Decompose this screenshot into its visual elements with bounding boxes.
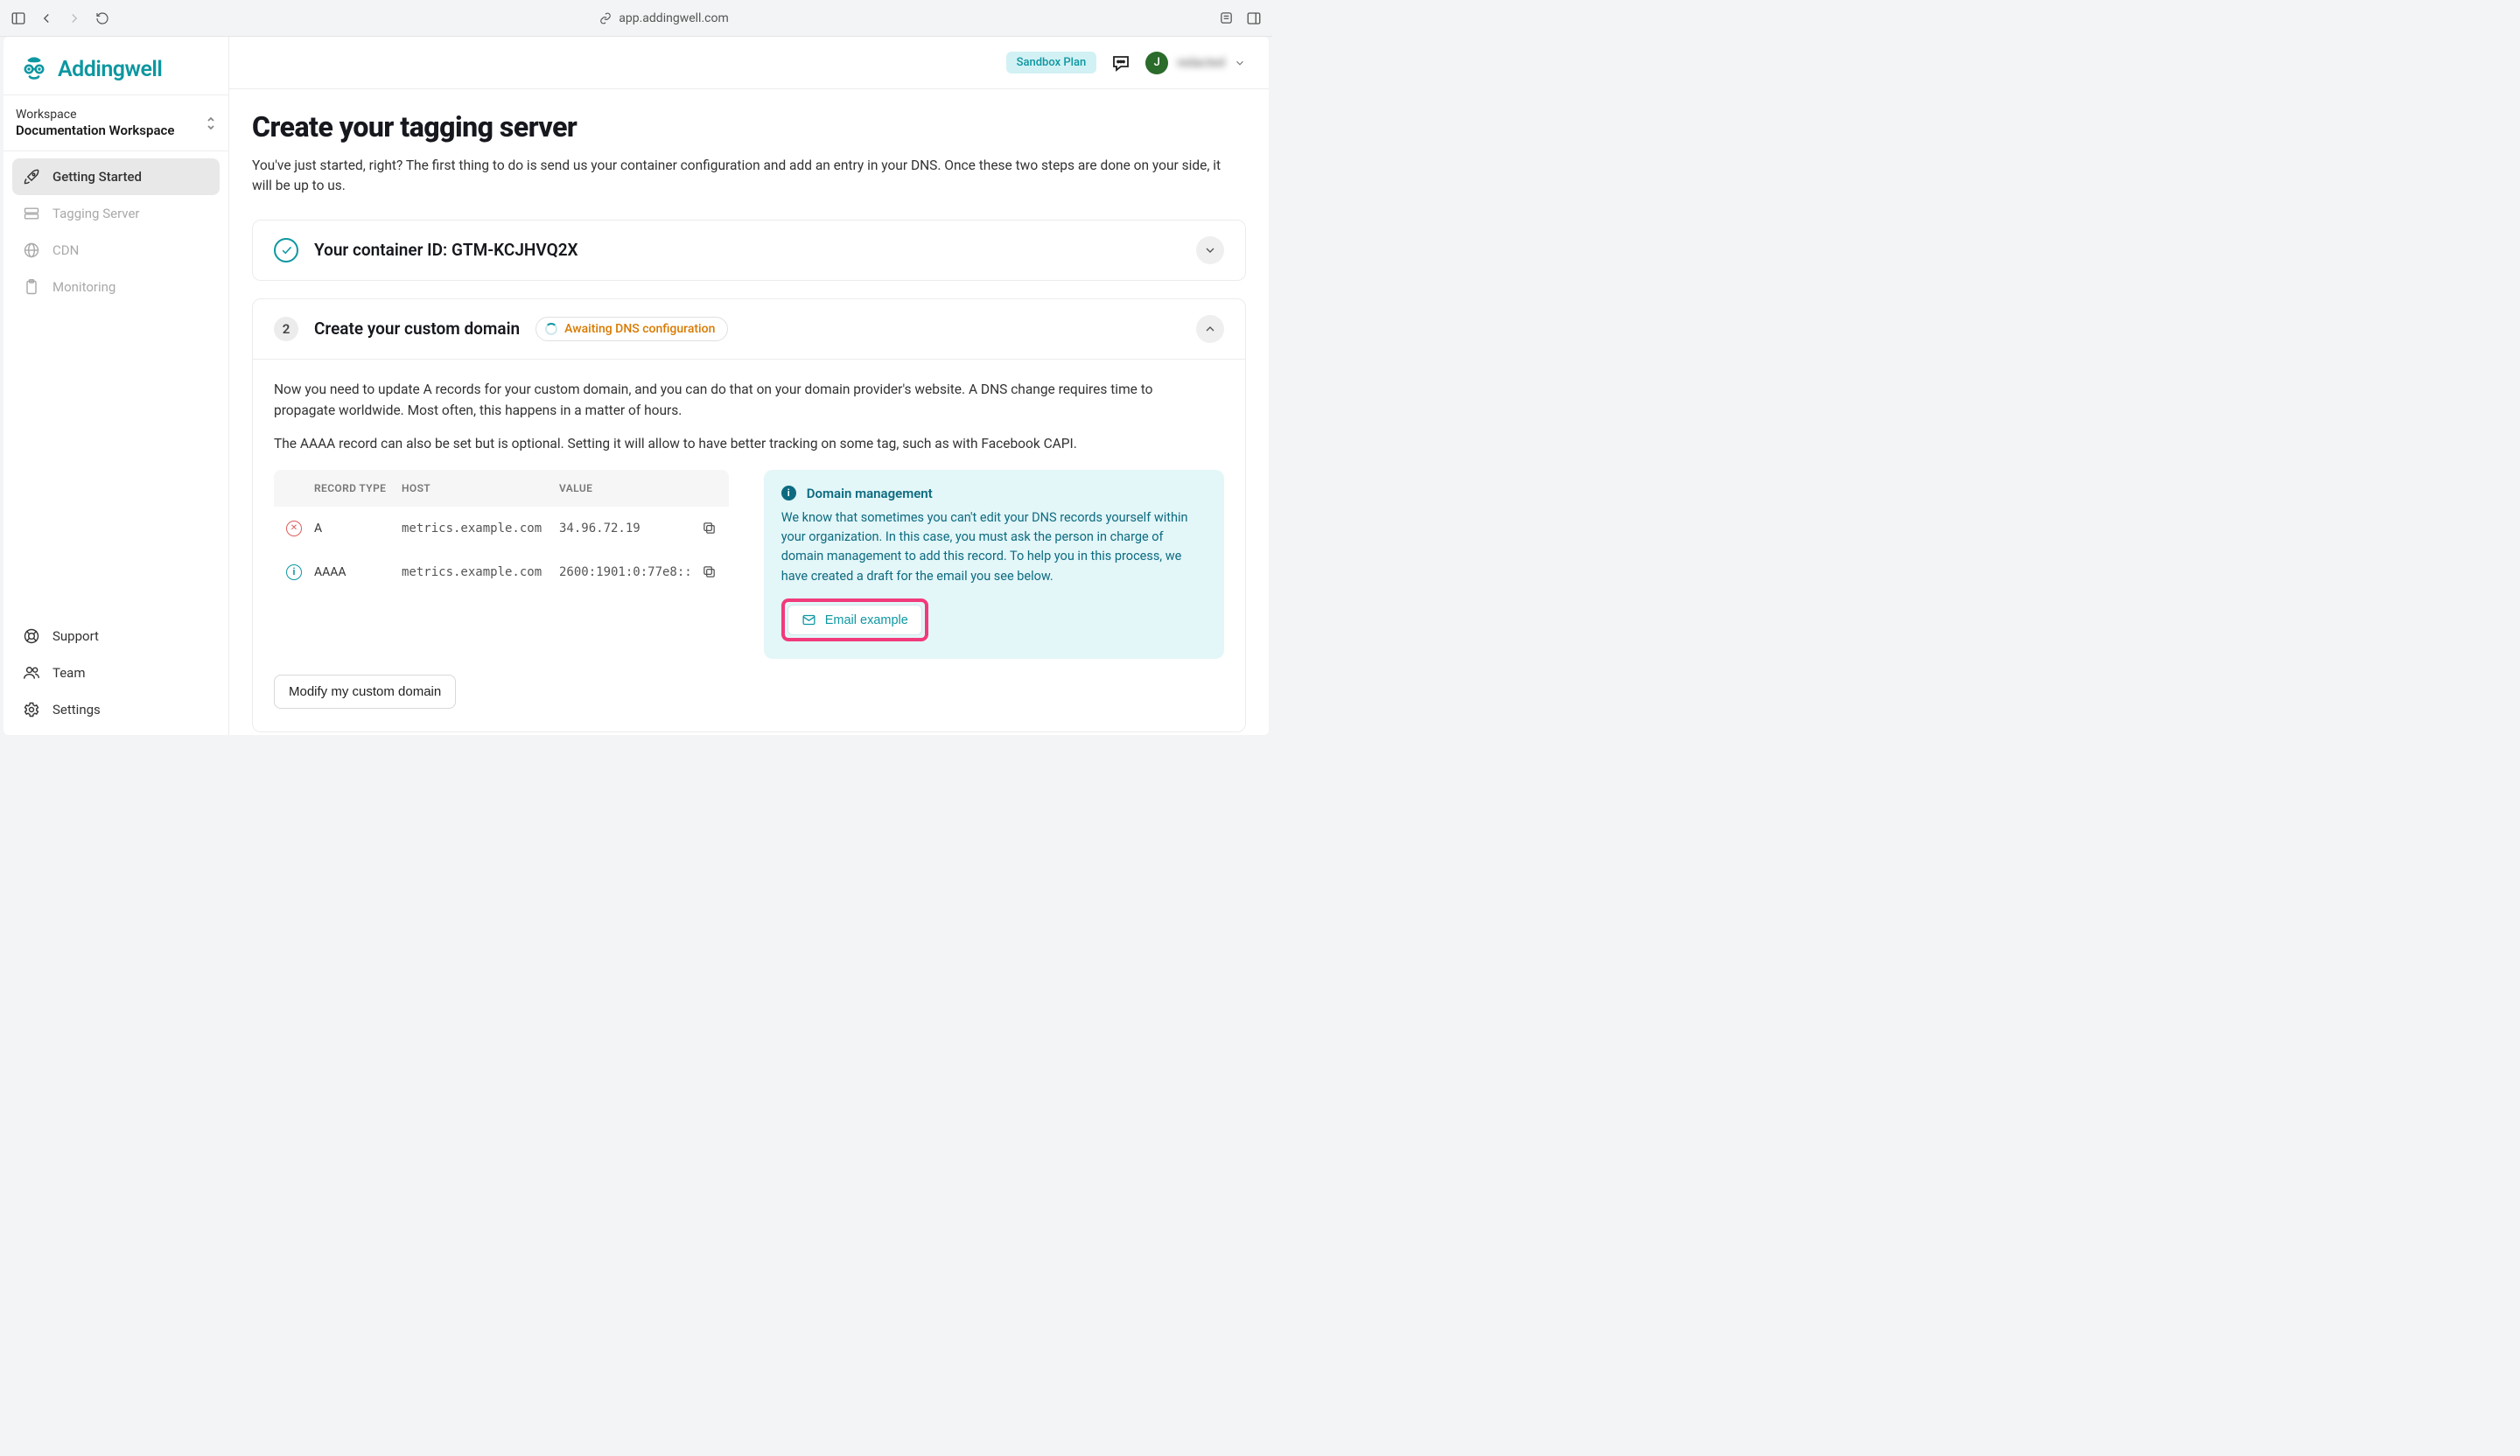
sidebar-bottom-nav: Support Team Settings bbox=[4, 618, 228, 728]
chevron-down-icon bbox=[1234, 57, 1246, 69]
table-header-value: VALUE bbox=[559, 482, 717, 494]
info-title: Domain management bbox=[807, 486, 933, 501]
users-icon bbox=[23, 664, 40, 682]
info-body: We know that sometimes you can't edit yo… bbox=[781, 508, 1207, 587]
sidebar-item-label: Getting Started bbox=[52, 169, 142, 185]
browser-toolbar: app.addingwell.com bbox=[0, 0, 1272, 37]
sidebar-item-label: CDN bbox=[52, 242, 79, 258]
cell-type: AAAA bbox=[314, 565, 402, 579]
cell-value: 34.96.72.19 bbox=[559, 522, 692, 536]
panel-right-icon[interactable] bbox=[1246, 10, 1262, 26]
table-row: ✕ A metrics.example.com 34.96.72.19 bbox=[274, 507, 729, 550]
reload-icon[interactable] bbox=[94, 10, 110, 26]
sidebar-item-settings[interactable]: Settings bbox=[12, 691, 220, 728]
logo[interactable]: Addingwell bbox=[4, 37, 228, 94]
sidebar-item-tagging-server[interactable]: Tagging Server bbox=[12, 195, 220, 232]
cell-host: metrics.example.com bbox=[402, 522, 559, 536]
chevron-updown-icon bbox=[206, 116, 216, 131]
sidebar-item-label: Monitoring bbox=[52, 279, 116, 295]
rocket-icon bbox=[23, 168, 40, 186]
logo-text: Addingwell bbox=[58, 57, 162, 82]
workspace-label: Workspace bbox=[16, 108, 200, 122]
link-icon bbox=[599, 12, 612, 24]
forward-icon[interactable] bbox=[66, 10, 82, 26]
server-icon bbox=[23, 205, 40, 222]
step2-title: Create your custom domain bbox=[314, 318, 520, 339]
dns-table: RECORD TYPE HOST VALUE ✕ A metrics.examp… bbox=[274, 470, 729, 594]
copy-icon[interactable] bbox=[692, 564, 717, 579]
chevron-down-icon[interactable] bbox=[1196, 236, 1224, 264]
clipboard-icon bbox=[23, 278, 40, 296]
envelope-icon bbox=[802, 612, 816, 627]
cell-host: metrics.example.com bbox=[402, 565, 559, 579]
sidebar-item-label: Support bbox=[52, 628, 99, 644]
modify-domain-button[interactable]: Modify my custom domain bbox=[274, 675, 456, 709]
step1-title: Your container ID: GTM-KCJHVQ2X bbox=[314, 240, 578, 260]
workspace-name: Documentation Workspace bbox=[16, 122, 200, 138]
highlight-outline: Email example bbox=[781, 598, 928, 641]
step1-header[interactable]: Your container ID: GTM-KCJHVQ2X bbox=[253, 220, 1245, 280]
address-bar-url[interactable]: app.addingwell.com bbox=[619, 11, 728, 25]
step-number: 2 bbox=[274, 317, 298, 341]
sidebar-item-monitoring[interactable]: Monitoring bbox=[12, 269, 220, 305]
step-card-custom-domain: 2 Create your custom domain Awaiting DNS… bbox=[252, 298, 1246, 733]
avatar: J bbox=[1145, 52, 1168, 74]
sidebar-item-cdn[interactable]: CDN bbox=[12, 232, 220, 269]
sidebar-item-label: Tagging Server bbox=[52, 206, 140, 221]
check-icon bbox=[274, 238, 298, 262]
email-example-button[interactable]: Email example bbox=[788, 605, 922, 635]
sidebar-nav: Getting Started Tagging Server CDN Monit… bbox=[4, 151, 228, 618]
step2-header[interactable]: 2 Create your custom domain Awaiting DNS… bbox=[253, 299, 1245, 359]
sidebar-item-label: Settings bbox=[52, 702, 101, 718]
step-card-container-id: Your container ID: GTM-KCJHVQ2X bbox=[252, 220, 1246, 281]
cell-value: 2600:1901:0:77e8:: bbox=[559, 565, 692, 579]
info-icon: i bbox=[781, 486, 796, 500]
sidebar-item-team[interactable]: Team bbox=[12, 654, 220, 691]
chevron-up-icon[interactable] bbox=[1196, 315, 1224, 343]
workspace-switcher[interactable]: Workspace Documentation Workspace bbox=[4, 94, 228, 151]
gear-icon bbox=[23, 701, 40, 718]
copy-icon[interactable] bbox=[692, 521, 717, 536]
info-panel: i Domain management We know that sometim… bbox=[764, 470, 1224, 660]
user-name: redacted bbox=[1177, 56, 1225, 70]
back-icon[interactable] bbox=[38, 10, 54, 26]
info-icon: i bbox=[286, 564, 302, 580]
topbar: Sandbox Plan J redacted bbox=[229, 37, 1269, 89]
sidebar-item-getting-started[interactable]: Getting Started bbox=[12, 158, 220, 195]
main-content: Sandbox Plan J redacted Create your tagg… bbox=[229, 37, 1269, 735]
step2-paragraph-2: The AAAA record can also be set but is o… bbox=[274, 433, 1214, 454]
lifebuoy-icon bbox=[23, 627, 40, 645]
sidebar-item-support[interactable]: Support bbox=[12, 618, 220, 654]
globe-icon bbox=[23, 242, 40, 259]
status-badge: Awaiting DNS configuration bbox=[536, 317, 728, 341]
spinner-icon bbox=[545, 323, 557, 335]
user-menu[interactable]: J redacted bbox=[1145, 52, 1246, 74]
table-header-type: RECORD TYPE bbox=[314, 482, 402, 494]
page-subtitle: You've just started, right? The first th… bbox=[252, 156, 1232, 197]
sidebar-item-label: Team bbox=[52, 665, 86, 681]
cell-type: A bbox=[314, 522, 402, 536]
tab-overview-icon[interactable] bbox=[1218, 10, 1234, 26]
chat-icon[interactable] bbox=[1110, 52, 1131, 74]
logo-icon bbox=[19, 54, 49, 84]
table-header-host: HOST bbox=[402, 482, 559, 494]
plan-badge[interactable]: Sandbox Plan bbox=[1006, 52, 1097, 74]
table-row: i AAAA metrics.example.com 2600:1901:0:7… bbox=[274, 550, 729, 594]
error-icon: ✕ bbox=[286, 521, 302, 536]
step2-paragraph-1: Now you need to update A records for you… bbox=[274, 379, 1214, 421]
sidebar: Addingwell Workspace Documentation Works… bbox=[4, 37, 229, 735]
sidebar-toggle-icon[interactable] bbox=[10, 10, 26, 26]
page-title: Create your tagging server bbox=[252, 110, 1246, 144]
